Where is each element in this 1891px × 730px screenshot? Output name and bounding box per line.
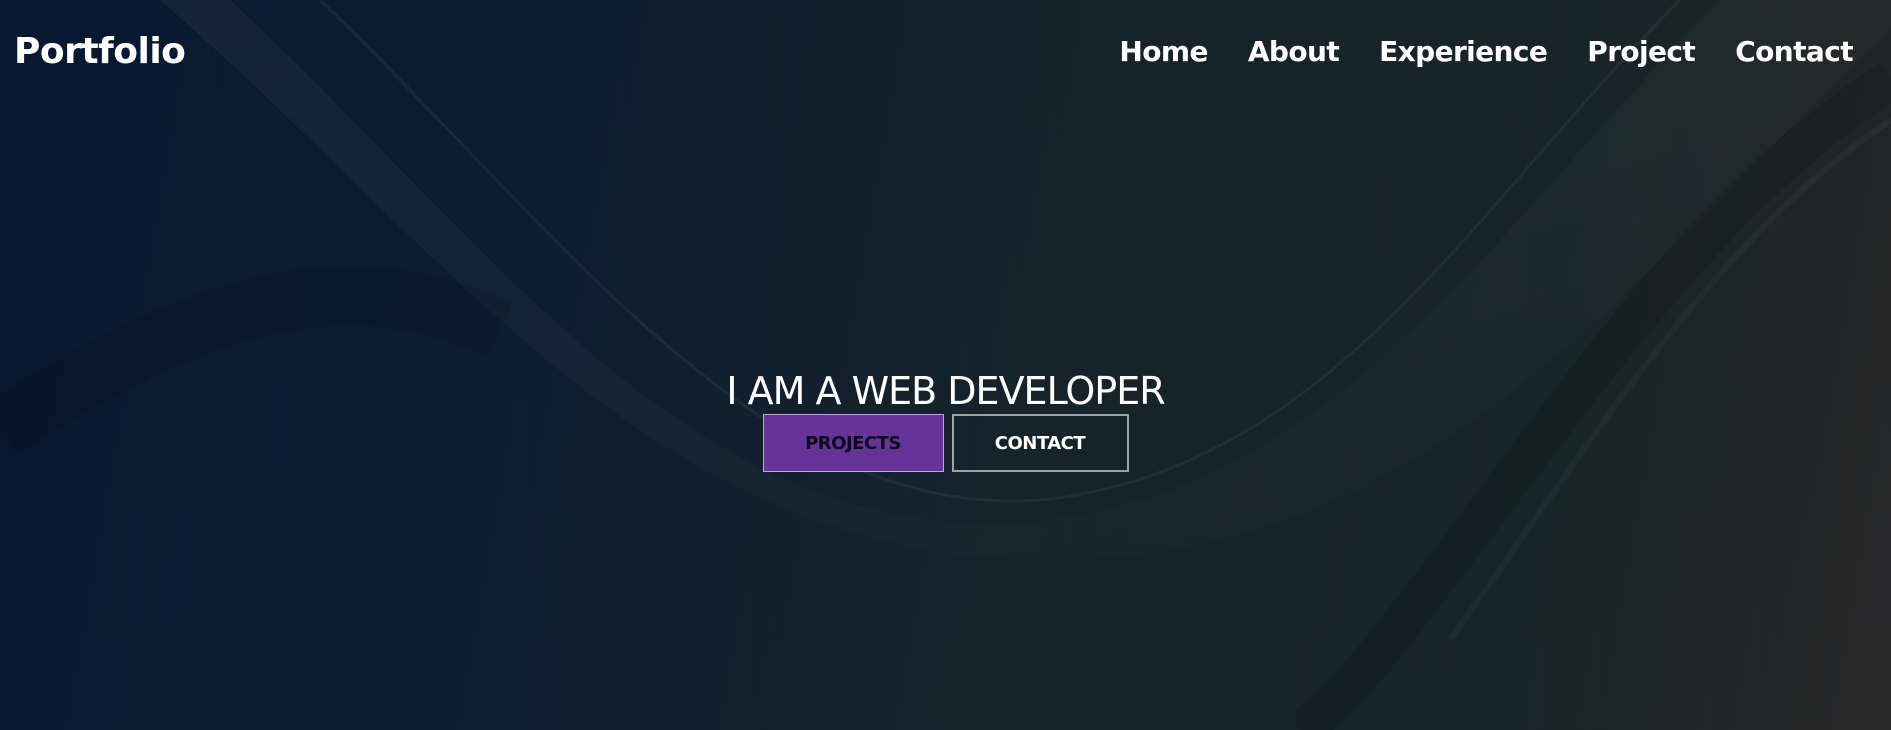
brand-logo[interactable]: Portfolio — [14, 30, 186, 74]
hero-title: I AM A WEB DEVELOPER — [726, 369, 1165, 413]
contact-button[interactable]: CONTACT — [951, 414, 1129, 472]
nav-home[interactable]: Home — [1119, 34, 1208, 70]
hero-buttons: PROJECTS CONTACT — [0, 414, 1891, 472]
projects-button[interactable]: PROJECTS — [762, 414, 944, 472]
nav-contact[interactable]: Contact — [1735, 34, 1853, 70]
nav-experience[interactable]: Experience — [1379, 34, 1548, 70]
nav-links: Home About Experience Project Contact — [1119, 34, 1853, 70]
nav-project[interactable]: Project — [1587, 34, 1696, 70]
hero-section: I AM A WEB DEVELOPER PROJECTS CONTACT — [0, 368, 1891, 472]
background-waves — [0, 0, 1891, 730]
nav-about[interactable]: About — [1248, 34, 1340, 70]
navbar: Portfolio Home About Experience Project … — [0, 0, 1891, 106]
